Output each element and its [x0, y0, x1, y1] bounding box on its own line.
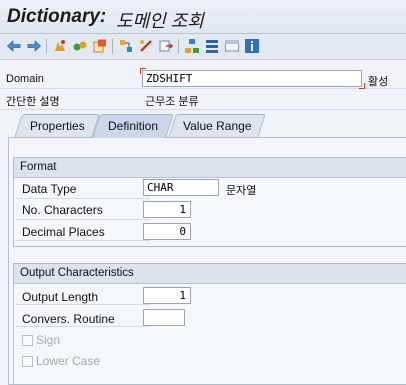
output-group-title: Output Characteristics — [14, 264, 406, 284]
toolbar-separator — [46, 39, 47, 54]
domain-field[interactable]: ZDSHIFT — [142, 70, 362, 87]
data-type-field[interactable]: CHAR — [143, 179, 219, 196]
status-label: 활성 — [368, 76, 389, 88]
activate-icon[interactable] — [92, 38, 108, 54]
tab-properties[interactable]: Properties — [14, 114, 100, 138]
output-length-label: Output Length — [22, 290, 99, 304]
required-marker — [359, 83, 365, 89]
data-type-label: Data Type — [22, 182, 77, 196]
short-description-label: 간단한 설명 — [6, 96, 60, 108]
hierarchy-icon[interactable] — [184, 38, 200, 54]
title-bar: Dictionary: 도메인 조회 — [0, 0, 406, 34]
toolbar-separator — [178, 39, 179, 54]
sign-label: Sign — [36, 333, 61, 347]
page-subtitle: 도메인 조회 — [116, 11, 204, 31]
output-length-field[interactable]: 1 — [143, 287, 191, 304]
required-marker — [140, 68, 146, 74]
where-used-icon[interactable] — [118, 38, 134, 54]
tab-value-range[interactable]: Value Range — [168, 114, 266, 138]
application-toolbar — [0, 34, 406, 60]
output-characteristics-group: Output Characteristics Output Length 1 C… — [13, 263, 406, 385]
info-icon[interactable] — [244, 38, 260, 54]
forward-icon[interactable] — [26, 38, 42, 54]
sign-checkbox[interactable] — [22, 335, 33, 346]
documentation-icon[interactable] — [224, 38, 240, 54]
lower-case-checkbox[interactable] — [22, 356, 33, 367]
domain-label: Domain — [6, 73, 44, 85]
lower-case-label: Lower Case — [36, 354, 101, 368]
back-icon[interactable] — [6, 38, 22, 54]
short-description-row — [0, 90, 406, 110]
append-icon[interactable] — [204, 38, 220, 54]
no-characters-field[interactable]: 1 — [143, 201, 191, 218]
format-group-title: Format — [14, 158, 406, 178]
data-type-description: 문자열 — [226, 185, 257, 197]
page-title: Dictionary: — [7, 6, 107, 27]
tab-definition[interactable]: Definition — [92, 114, 174, 138]
toolbar-separator — [112, 39, 113, 54]
format-group: Format Data Type CHAR 문자열 No. Characters… — [13, 157, 406, 247]
display-change-icon[interactable] — [72, 38, 88, 54]
object-list-icon[interactable] — [138, 38, 154, 54]
decimal-places-field[interactable]: 0 — [143, 223, 191, 240]
decimal-places-label: Decimal Places — [22, 225, 105, 239]
short-description-value: 근무조 분류 — [145, 96, 199, 108]
conversion-routine-field[interactable] — [143, 309, 185, 326]
navigation-icon[interactable] — [158, 38, 174, 54]
no-characters-label: No. Characters — [22, 203, 103, 217]
other-object-icon[interactable] — [52, 38, 68, 54]
conversion-routine-label: Convers. Routine — [22, 312, 115, 326]
